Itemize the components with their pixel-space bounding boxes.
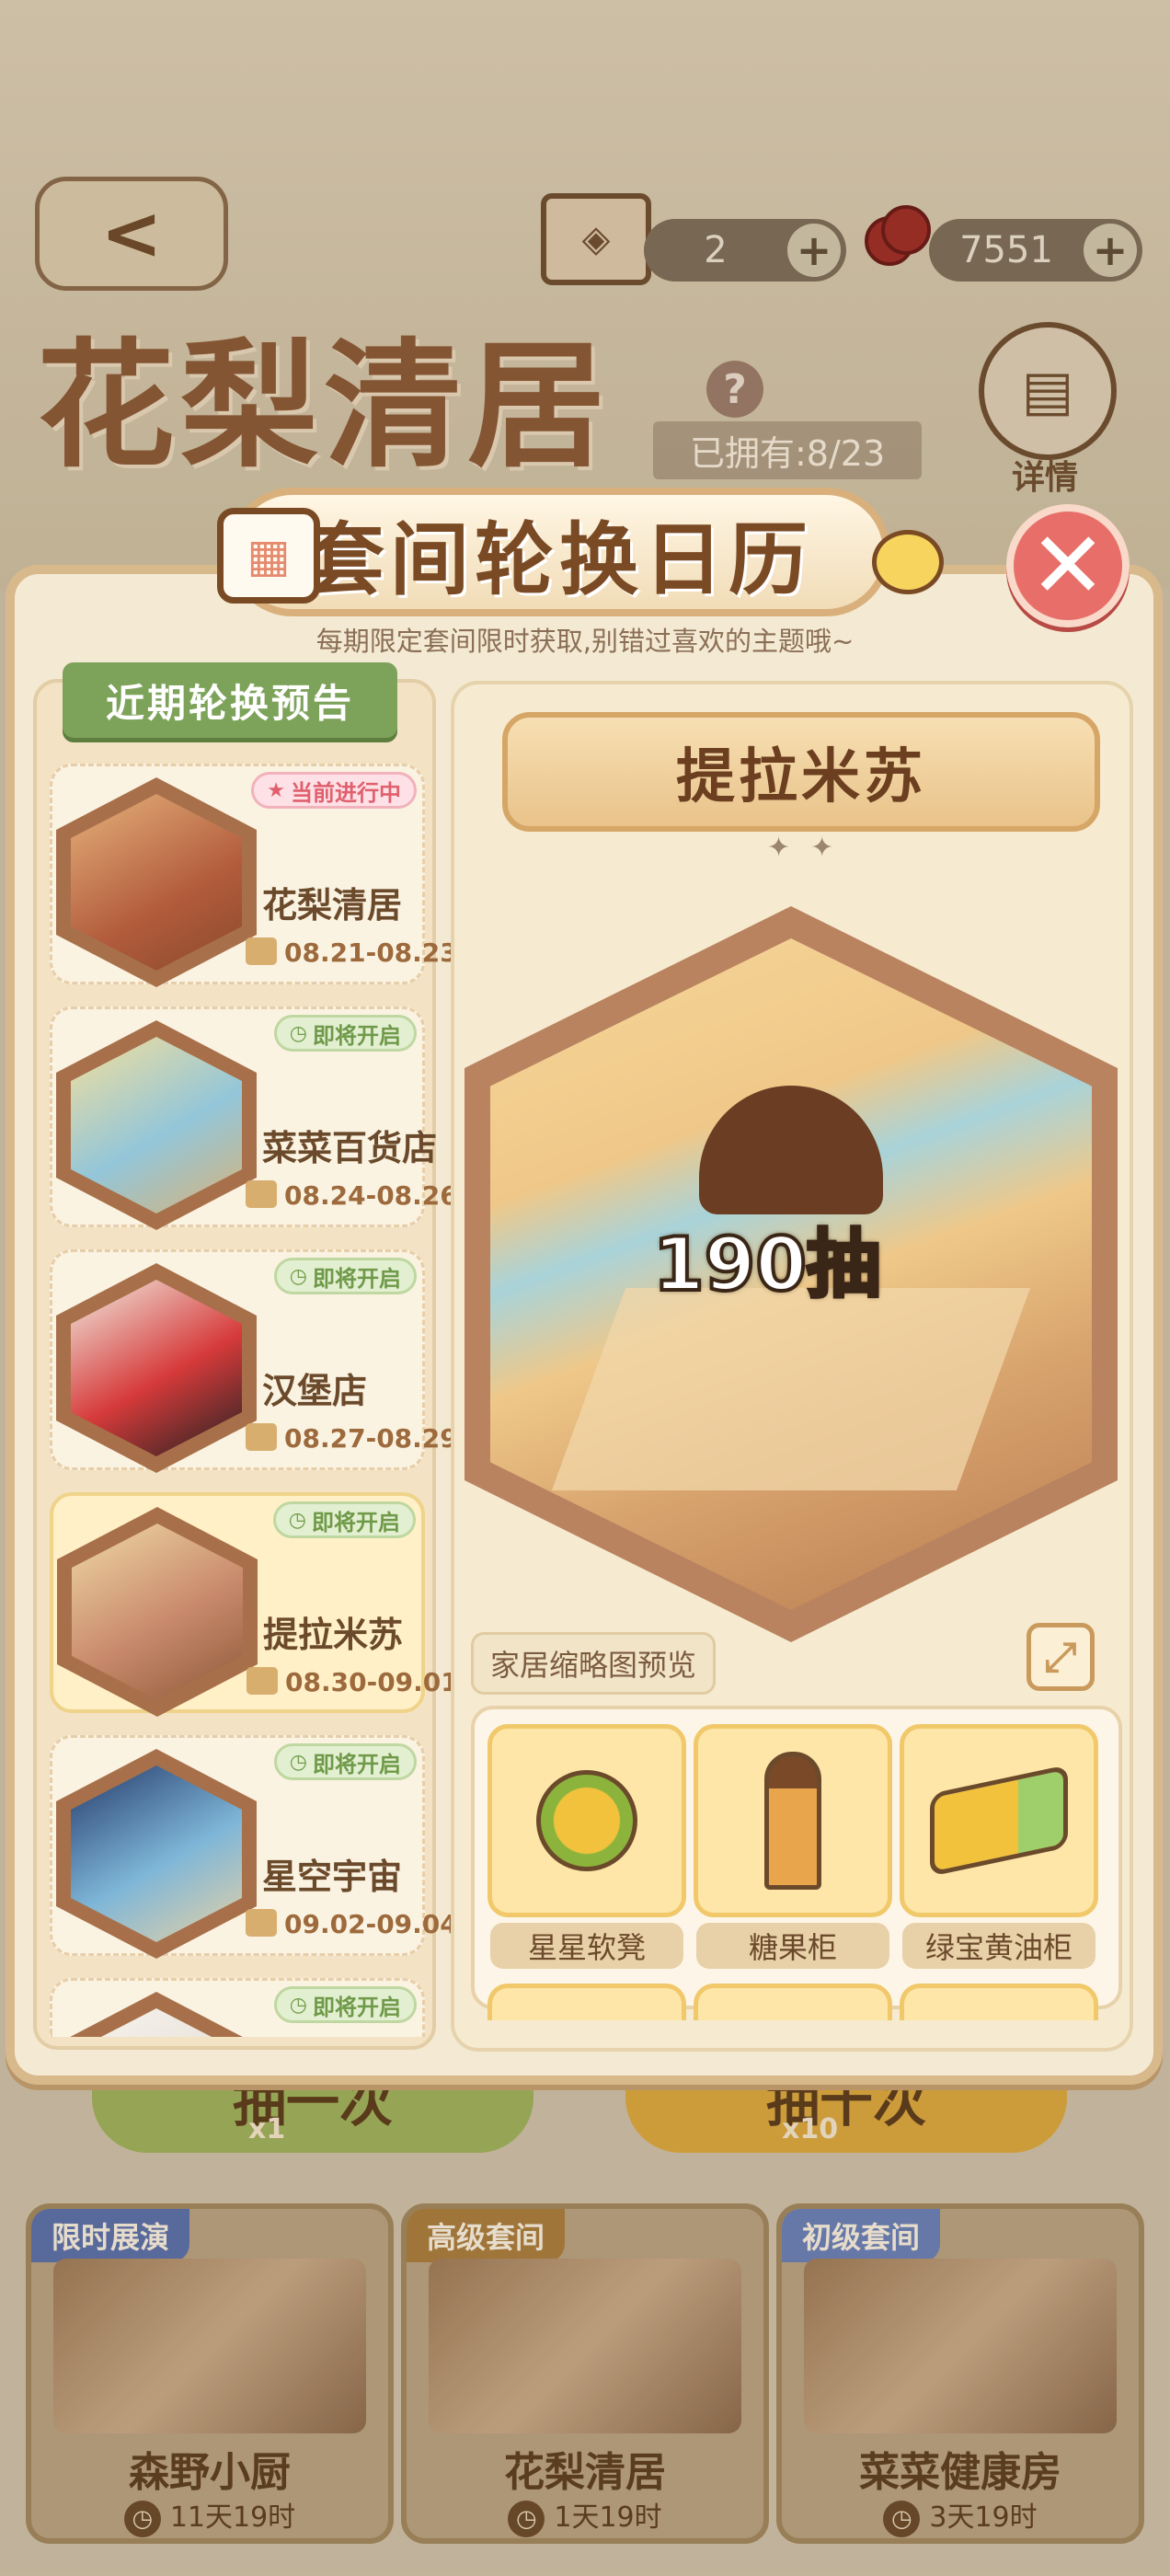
item-name: 花梨清居 (262, 885, 403, 926)
furniture-item[interactable] (488, 1984, 686, 2020)
home-thumbnail-label: 家居缩略图预览 (471, 1632, 717, 1695)
clock-icon: ◷ (289, 1264, 307, 1288)
item-date: 08.21-08.23 (246, 937, 458, 968)
item-name: 提拉米苏 (263, 1615, 404, 1655)
calendar-small-icon (246, 1423, 277, 1451)
modal-title-ribbon: 套间轮换日历 (228, 488, 890, 616)
close-button[interactable]: ✕ (1006, 504, 1130, 627)
status-badge: ◷ 即将开启 (273, 1015, 417, 1052)
clock-icon: ◷ (289, 1021, 307, 1045)
status-badge: ◷ 即将开启 (272, 1501, 416, 1538)
furniture-item[interactable] (488, 1724, 686, 1917)
room-preview-floor (551, 1288, 1031, 1490)
butter-cabinet-icon (930, 1765, 1068, 1877)
preview-title: 提拉米苏 (676, 743, 926, 811)
calendar-small-icon (247, 1667, 278, 1695)
calendar-small-icon (246, 1909, 277, 1937)
expand-icon[interactable]: ⤢ (1027, 1623, 1095, 1691)
suite-thumbnail (56, 1749, 257, 1959)
status-badge: ◷ 即将开启 (273, 1986, 417, 2023)
candy-cabinet-icon (764, 1752, 821, 1890)
suite-thumbnail (56, 1263, 257, 1473)
clock-icon: ◷ (289, 1993, 307, 2017)
suite-thumbnail (56, 777, 257, 987)
suite-thumbnail (56, 1020, 257, 1230)
furniture-item[interactable] (694, 1724, 892, 1917)
item-name: 汉堡店 (262, 1371, 368, 1411)
list-item[interactable]: ◷ 即将开启 菜菜百货店 08.24-08.26 (50, 1006, 458, 1230)
calendar-icon: ▦ (217, 508, 320, 604)
clock-icon: ◷ (289, 1750, 307, 1774)
furniture-label: 糖果柜 (696, 1923, 889, 1969)
modal-subtitle: 每期限定套间限时获取,别错过喜欢的主题哦~ (315, 626, 855, 657)
item-name: 星空宇宙 (262, 1857, 403, 1897)
star-pouf-icon (536, 1770, 637, 1871)
calendar-small-icon (246, 937, 277, 965)
furniture-label: 绿宝黄油柜 (902, 1923, 1095, 1969)
sparkle-icon: ✦✦ (767, 832, 855, 864)
status-badge: ★ 当前进行中 (251, 772, 417, 809)
status-badge: ◷ 即将开启 (273, 1258, 417, 1294)
list-item[interactable]: ◷ 即将开启 星空宇宙 09.02-09.04 (50, 1735, 458, 1959)
chick-icon (872, 530, 944, 594)
suite-thumbnail (57, 1507, 258, 1717)
star-icon: ★ (267, 778, 285, 802)
clock-icon: ◷ (288, 1508, 306, 1532)
list-item[interactable]: ◷ 即将开启 (50, 1978, 425, 2037)
rotation-list-header: 近期轮换预告 (63, 662, 397, 738)
furniture-item[interactable] (900, 1984, 1098, 2020)
modal-title: 套间轮换日历 (305, 513, 813, 606)
item-date: 08.27-08.29 (246, 1423, 458, 1454)
item-date: 08.24-08.26 (246, 1180, 458, 1211)
list-item[interactable]: ◷ 即将开启 汉堡店 08.27-08.29 (50, 1249, 458, 1473)
item-date: 08.30-09.01 (247, 1667, 459, 1697)
status-badge: ◷ 即将开启 (273, 1743, 417, 1780)
furniture-label: 星星软凳 (490, 1923, 683, 1969)
list-item-selected[interactable]: ◷ 即将开启 提拉米苏 08.30-09.01 (50, 1492, 459, 1717)
preview-title-banner: 提拉米苏 (502, 712, 1100, 832)
item-date: 09.02-09.04 (246, 1909, 458, 1939)
furniture-item[interactable] (694, 1984, 892, 2020)
furniture-item[interactable] (900, 1724, 1098, 1917)
item-name: 菜菜百货店 (262, 1128, 438, 1168)
calendar-small-icon (246, 1180, 277, 1208)
draw-count-label: 190抽 (651, 1220, 882, 1309)
suite-thumbnail (56, 1992, 257, 2037)
list-item[interactable]: ★ 当前进行中 花梨清居 08.21-08.23 (50, 764, 458, 987)
